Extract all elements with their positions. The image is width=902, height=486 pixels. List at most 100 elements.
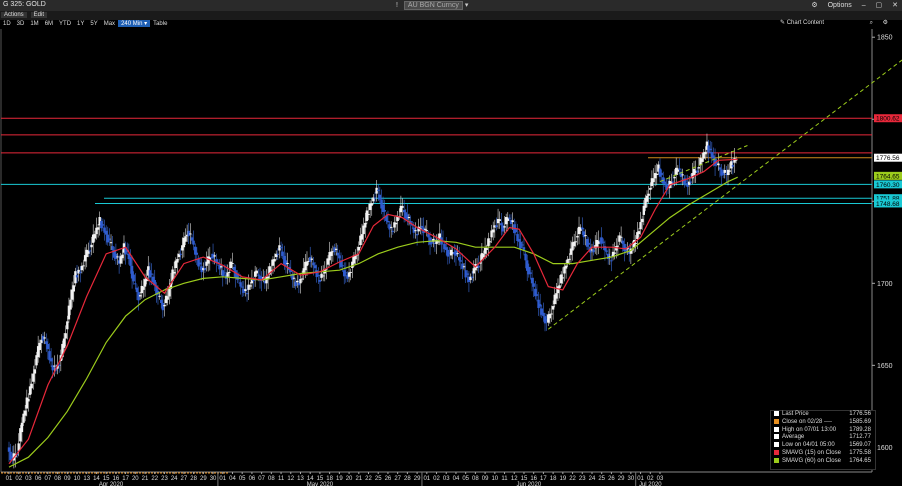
candle-body <box>466 273 469 275</box>
candle-body <box>503 226 506 228</box>
candle-body <box>457 257 461 261</box>
candle-body <box>423 228 427 230</box>
candle-body <box>647 193 650 196</box>
x-tick-label: 24 <box>171 476 178 482</box>
x-tick-label: 22 <box>151 476 158 482</box>
candle-body <box>101 224 105 226</box>
candle-body <box>564 265 568 269</box>
x-month-label: Jun 2020 <box>516 482 541 486</box>
candle-body <box>116 256 119 258</box>
candle-body <box>229 261 233 269</box>
x-tick-label: 05 <box>462 476 469 482</box>
gold-price-chart[interactable]: 1600165017001750180018501800.621776.5617… <box>0 0 902 486</box>
candle-body <box>524 253 527 261</box>
x-tick-label: 20 <box>132 476 139 482</box>
candle-body <box>317 275 320 277</box>
candle-body <box>255 270 258 274</box>
candle-body <box>292 277 296 279</box>
candle-body <box>521 244 524 246</box>
x-tick-label: 09 <box>64 476 71 482</box>
candle-body <box>378 194 382 200</box>
candle-body <box>717 163 720 166</box>
candle-body <box>49 358 53 362</box>
candle-body <box>334 248 338 250</box>
x-tick-label: 10 <box>491 476 498 482</box>
candle-body <box>649 187 652 190</box>
legend-value: 1775.58 <box>849 449 871 456</box>
candle-body <box>184 236 187 242</box>
candle-body <box>511 220 514 223</box>
candle-body <box>477 265 480 268</box>
candle-body <box>189 233 192 235</box>
x-tick-label: 29 <box>414 476 421 482</box>
candle-body <box>349 271 352 273</box>
x-tick-label: 01 <box>423 476 430 482</box>
candle-body <box>281 251 284 256</box>
candle-body <box>592 249 595 253</box>
candle-body <box>373 197 377 199</box>
x-tick-label: 03 <box>25 476 32 482</box>
candle-body <box>138 295 142 297</box>
x-tick-label: 18 <box>550 476 557 482</box>
candle-body <box>445 247 448 250</box>
x-tick-label: 27 <box>181 476 188 482</box>
candle-body <box>602 241 605 243</box>
candle-body <box>582 231 586 238</box>
legend-label: Close on 02/28 ---- <box>782 418 833 425</box>
candle-body <box>618 235 621 242</box>
candle-body <box>195 252 199 255</box>
candle-body <box>470 276 474 278</box>
x-month-label: Apr 2020 <box>99 482 124 486</box>
candle-body <box>129 257 132 266</box>
candle-body <box>7 447 11 452</box>
x-tick-label: 19 <box>336 476 343 482</box>
candle-body <box>341 265 344 267</box>
candle-body <box>566 259 569 264</box>
x-tick-label: 02 <box>433 476 440 482</box>
legend-value: 1776.56 <box>849 411 871 417</box>
candle-body <box>414 230 417 232</box>
candle-body <box>72 285 75 292</box>
x-tick-label: 08 <box>54 476 61 482</box>
candle-body <box>213 255 216 257</box>
x-tick-label: 09 <box>482 476 489 482</box>
candle-body <box>161 303 165 311</box>
candle-body <box>158 295 161 297</box>
candle-body <box>613 252 616 254</box>
candle-body <box>190 237 194 241</box>
y-tick-label: 1650 <box>877 363 893 370</box>
legend-label: SMAVG (60) on Close <box>782 457 841 464</box>
candle-body <box>38 342 41 351</box>
legend-swatch <box>774 426 779 432</box>
chart-legend: Last Price 1776.56 Close on 02/28 ---- 1585… <box>770 410 876 470</box>
candle-body <box>673 176 676 179</box>
candle-body <box>80 265 84 271</box>
candle-body <box>367 213 370 215</box>
candle-body <box>150 273 153 275</box>
x-tick-label: 20 <box>346 476 353 482</box>
candle-body <box>574 241 577 243</box>
candle-body <box>313 265 317 269</box>
legend-label: SMAVG (15) on Close <box>782 450 841 457</box>
sma60-line <box>8 176 738 468</box>
candle-body <box>20 422 24 433</box>
candle-body <box>514 229 518 233</box>
candle-body <box>75 275 79 278</box>
legend-value: 1585.69 <box>849 418 871 425</box>
legend-swatch <box>774 442 779 448</box>
candle-body <box>723 169 726 173</box>
candle-body <box>32 373 35 382</box>
legend-row: Low on 04/01 05:00 1569.07 <box>771 442 875 450</box>
candle-body <box>427 234 430 238</box>
x-tick-label: 06 <box>249 476 256 482</box>
x-tick-label: 17 <box>122 476 129 482</box>
x-tick-label: 12 <box>287 476 294 482</box>
candle-body <box>279 247 283 249</box>
candle-body <box>386 220 390 223</box>
y-tick-label: 1600 <box>877 445 893 452</box>
x-tick-label: 23 <box>161 476 168 482</box>
candle-body <box>82 265 85 267</box>
candle-body <box>226 272 229 277</box>
candle-body <box>731 165 735 167</box>
legend-value: 1789.28 <box>849 426 871 433</box>
